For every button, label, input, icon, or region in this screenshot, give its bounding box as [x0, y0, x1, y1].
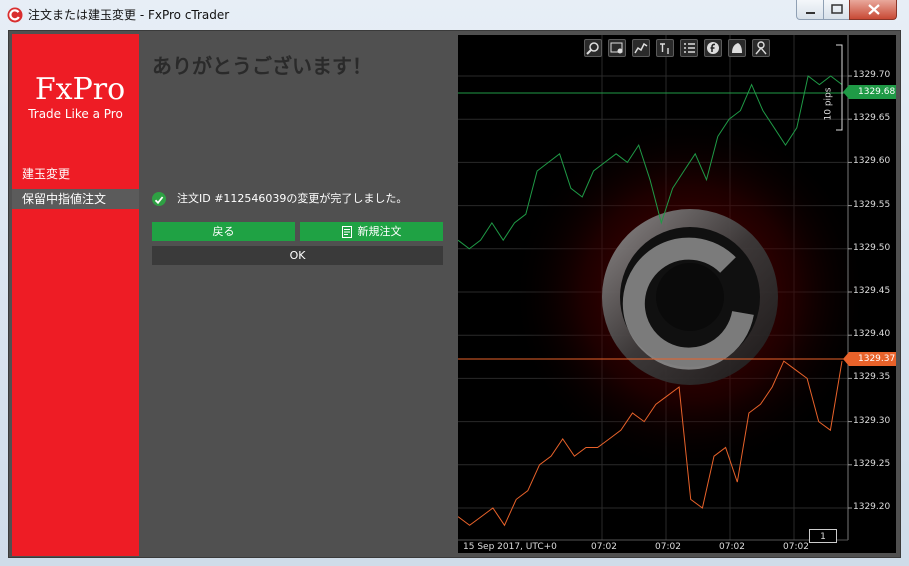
drawing-button[interactable]: [728, 39, 746, 57]
new-order-label: 新規注文: [357, 225, 402, 238]
functions-button[interactable]: [704, 39, 722, 57]
back-button-label: 戻る: [212, 225, 235, 238]
status-message: 注文ID #112546039の変更が完了しました。: [177, 192, 408, 205]
function-icon: [707, 42, 719, 54]
maximize-button[interactable]: [823, 0, 850, 20]
app-window: 注文または建玉変更 - FxPro cTrader FxPro Trade Li…: [0, 0, 909, 566]
chart-settings-button[interactable]: [608, 39, 626, 57]
template-icon: [755, 41, 767, 55]
logo-tagline: Trade Like a Pro: [28, 107, 123, 121]
y-axis: [848, 75, 852, 509]
x-axis-tick: 07:02: [591, 542, 617, 552]
template-button[interactable]: [752, 39, 770, 57]
back-button[interactable]: 戻る: [152, 222, 295, 241]
success-check-icon: [152, 192, 166, 206]
pips-label: 10 pips: [823, 87, 834, 121]
ok-button[interactable]: OK: [152, 246, 443, 265]
chart-type-button[interactable]: [632, 39, 650, 57]
document-icon: [341, 226, 352, 238]
line-chart-icon: [634, 42, 648, 54]
sidebar: FxPro Trade Like a Pro 建玉変更 保留中指値注文: [12, 34, 139, 556]
y-axis-tick-label: 1329.30: [853, 415, 891, 426]
new-order-button[interactable]: 新規注文: [300, 222, 443, 241]
zoom-level-indicator[interactable]: 1: [809, 529, 837, 543]
y-axis-tick-label: 1329.35: [853, 372, 891, 383]
close-icon: [868, 4, 880, 15]
y-axis-tick-label: 1329.25: [853, 458, 891, 469]
minimize-button[interactable]: [796, 0, 824, 20]
chart-settings-icon: [610, 42, 623, 54]
drawing-icon: [732, 43, 742, 53]
x-axis-tick: 07:02: [719, 542, 745, 552]
maximize-icon: [831, 4, 843, 14]
close-button[interactable]: [849, 0, 897, 20]
list-icon: [684, 43, 695, 53]
x-axis-tick: 07:02: [783, 542, 809, 552]
price-chart[interactable]: 10 pips 1329.68 1329.37 1329.70 1329.65 13…: [458, 35, 896, 553]
y-axis-tick-label: 1329.60: [853, 156, 891, 167]
window-title: 注文または建玉変更 - FxPro cTrader: [28, 8, 230, 22]
minimize-icon: [806, 12, 815, 14]
ok-button-label: OK: [289, 249, 306, 262]
bid-price-tag: 1329.37: [842, 352, 896, 366]
page-title: ありがとうございます！: [152, 54, 372, 78]
y-axis-tick-label: 1329.55: [853, 199, 891, 210]
y-axis-tick-label: 1329.45: [853, 286, 891, 296]
zoom-icon: [586, 42, 599, 55]
timeframe-button[interactable]: [656, 39, 674, 57]
x-axis-tick: 07:02: [655, 542, 681, 552]
y-axis-tick-label: 1329.50: [853, 242, 891, 253]
y-axis-tick-label: 1329.20: [853, 502, 891, 512]
pips-bracket: [836, 44, 843, 131]
fxpro-logo: FxPro: [34, 72, 126, 107]
sidebar-item-pending-limit-order[interactable]: 保留中指値注文: [12, 189, 139, 209]
tick-icon: [660, 43, 669, 54]
ctrader-app-icon: [7, 7, 23, 23]
x-axis-date-label: 15 Sep 2017, UTC+0: [463, 542, 557, 552]
ask-price-tag: 1329.68: [842, 85, 896, 99]
sidebar-item-modify-position[interactable]: 建玉変更: [12, 164, 139, 184]
pips-measure: 10 pips: [823, 73, 836, 133]
y-axis-tick-label: 1329.40: [853, 329, 891, 340]
indicators-button[interactable]: [680, 39, 698, 57]
y-axis-tick-label: 1329.70: [853, 70, 891, 80]
title-bar[interactable]: 注文または建玉変更 - FxPro cTrader: [0, 0, 909, 28]
y-axis-tick-label: 1329.65: [853, 113, 891, 124]
zoom-button[interactable]: [584, 39, 602, 57]
